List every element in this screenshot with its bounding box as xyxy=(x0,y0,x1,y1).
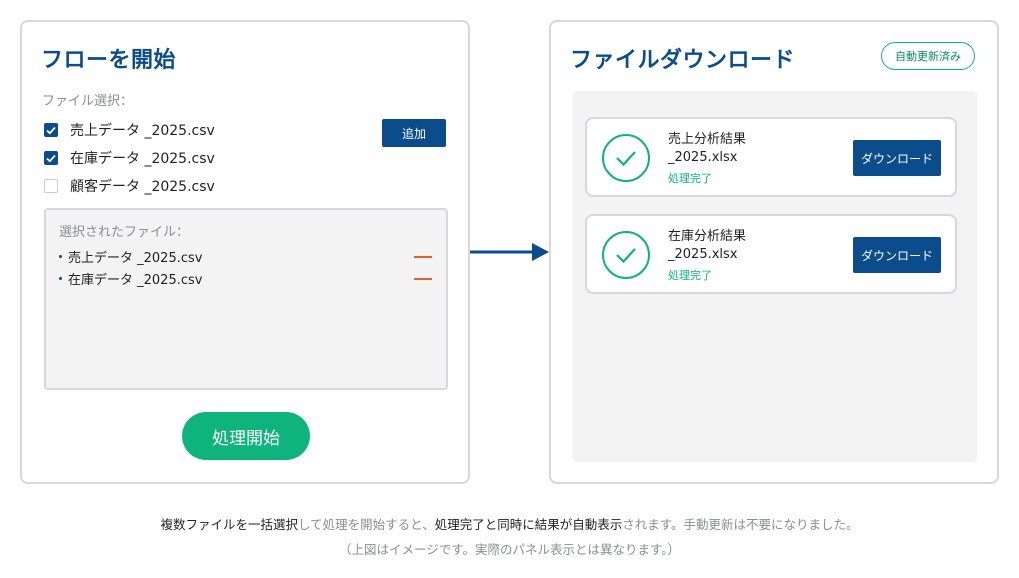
file-option-label: 売上データ _2025.csv xyxy=(70,123,215,139)
file-option-label: 顧客データ _2025.csv xyxy=(70,179,215,195)
caption-segment: 複数ファイルを一括選択 xyxy=(160,517,299,532)
file-name-line: _2025.xlsx xyxy=(668,150,738,165)
bullet-icon xyxy=(59,277,62,280)
file-option-customer[interactable]: 顧客データ _2025.csv xyxy=(44,176,215,196)
add-button[interactable]: 追加 xyxy=(382,119,446,147)
file-option-label: 在庫データ _2025.csv xyxy=(70,151,215,167)
remove-file-icon[interactable] xyxy=(414,256,432,258)
status-label: 処理完了 xyxy=(668,172,712,185)
download-button[interactable]: ダウンロード xyxy=(853,140,941,176)
selected-files-label: 選択されたファイル： xyxy=(59,225,190,240)
remove-file-icon[interactable] xyxy=(414,278,432,280)
selected-file-name: 在庫データ _2025.csv xyxy=(68,273,203,288)
bullet-icon xyxy=(59,255,62,258)
selected-file-name: 売上データ _2025.csv xyxy=(68,251,203,266)
status-label: 処理完了 xyxy=(668,269,712,282)
download-list: 売上分析結果 _2025.xlsx 処理完了 ダウンロード 在庫分析結果 _20… xyxy=(573,91,977,462)
panel-title: フローを開始 xyxy=(41,48,177,73)
auto-updated-badge: 自動更新済み xyxy=(881,42,975,70)
file-option-sales[interactable]: 売上データ _2025.csv xyxy=(44,120,215,140)
download-button[interactable]: ダウンロード xyxy=(853,237,941,273)
file-select-label: ファイル選択： xyxy=(42,94,134,109)
caption-segment: 処理完了と同時に結果が自動表示 xyxy=(434,517,623,532)
file-option-inventory[interactable]: 在庫データ _2025.csv xyxy=(44,148,215,168)
check-icon xyxy=(46,126,56,134)
file-name-line: 売上分析結果 xyxy=(668,132,747,147)
file-name-line: _2025.xlsx xyxy=(668,247,738,262)
caption-line-1: 複数ファイルを一括選択して処理を開始すると、処理完了と同時に結果が自動表示されま… xyxy=(0,514,1019,533)
caption-segment: されます。手動更新は不要になりました。 xyxy=(622,517,859,532)
start-processing-button[interactable]: 処理開始 xyxy=(182,412,310,460)
flow-start-panel: フローを開始 ファイル選択： 売上データ _2025.csv 在庫データ _20… xyxy=(20,20,470,484)
check-circle-icon xyxy=(602,231,650,279)
download-card: 売上分析結果 _2025.xlsx 処理完了 ダウンロード xyxy=(585,117,957,197)
selected-file-item: 在庫データ _2025.csv xyxy=(59,269,202,288)
checkbox-checked[interactable] xyxy=(44,123,58,137)
file-download-panel: ファイルダウンロード 自動更新済み 売上分析結果 _2025.xlsx 処理完了… xyxy=(549,20,999,484)
file-name-line: 在庫分析結果 xyxy=(668,229,747,244)
selected-file-item: 売上データ _2025.csv xyxy=(59,247,202,266)
checkbox-checked[interactable] xyxy=(44,151,58,165)
check-icon xyxy=(46,154,56,162)
checkbox-unchecked[interactable] xyxy=(44,179,58,193)
check-circle-icon xyxy=(602,134,650,182)
download-card: 在庫分析結果 _2025.xlsx 処理完了 ダウンロード xyxy=(585,214,957,294)
download-file-name: 在庫分析結果 _2025.xlsx xyxy=(668,228,746,264)
caption-line-2: （上図はイメージです。実際のパネル表示とは異なります。） xyxy=(338,542,680,557)
panel-title: ファイルダウンロード xyxy=(570,48,796,73)
selected-files-box: 選択されたファイル： 売上データ _2025.csv 在庫データ _2025.c… xyxy=(44,208,448,390)
download-file-name: 売上分析結果 _2025.xlsx xyxy=(668,131,746,167)
arrow-right-icon xyxy=(470,243,549,261)
caption-segment: して処理を開始すると、 xyxy=(298,517,435,532)
